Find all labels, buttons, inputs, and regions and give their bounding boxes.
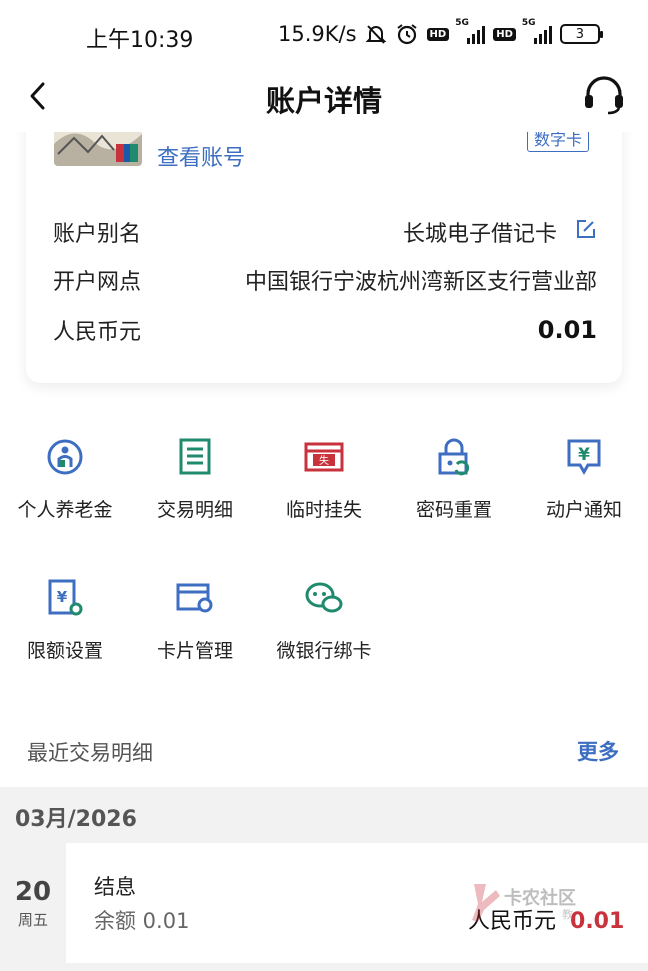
svg-text:¥: ¥ [578, 445, 590, 465]
alarm-icon [395, 22, 419, 46]
bottom-divider [0, 963, 648, 971]
transaction-balance: 余额 0.01 [94, 909, 190, 933]
more-link[interactable]: 更多 [577, 736, 619, 766]
card-manage-icon [175, 578, 215, 618]
transaction-row[interactable]: 20 周五 结息 余额 0.01 人民币元 0.01 [0, 843, 648, 963]
balance-amount: 0.01 [537, 316, 597, 344]
edit-icon[interactable] [575, 218, 597, 246]
report-loss-icon: 失 [304, 437, 344, 477]
limit-setting-icon: ¥ [45, 578, 85, 618]
battery-icon: 3 [559, 24, 603, 44]
network-speed: 15.9K/s [278, 22, 357, 46]
status-icons: 15.9K/s HD 5G HD 5G 3 [278, 18, 603, 46]
top-navigation: 账户详情 [0, 60, 648, 132]
transaction-amount: 人民币元 0.01 [468, 903, 624, 935]
headset-icon [585, 76, 623, 115]
branch-value: 中国银行宁波杭州湾新区支行营业部 [244, 270, 597, 295]
customer-service-button[interactable] [580, 74, 628, 118]
password-reset-icon [434, 437, 474, 477]
month-label: 03月/2026 [15, 807, 137, 832]
transaction-title: 结息 [94, 875, 136, 899]
account-card: 6216 7387 查看账号 数字卡 账户别名 长城电子借记卡 开户网点 中国银… [26, 100, 622, 383]
month-header: 03月/2026 [0, 787, 648, 843]
signal-5g-icon-2: 5G [522, 18, 552, 44]
hd-icon-2: HD [493, 27, 516, 41]
func-pension[interactable]: 个人养老金 [0, 437, 130, 522]
transaction-currency: 人民币元 [468, 909, 557, 934]
recent-transactions-title: 最近交易明细 [27, 741, 153, 765]
currency-label: 人民币元 [53, 320, 142, 345]
alias-value: 长城电子借记卡 [402, 222, 557, 247]
view-account-link[interactable]: 查看账号 [157, 140, 245, 172]
status-time: 上午10:39 [86, 28, 194, 53]
func-wechat-bind[interactable]: 微银行绑卡 [259, 578, 389, 663]
transaction-date: 20 周五 [0, 843, 66, 963]
alias-label: 账户别名 [53, 222, 142, 247]
balance-row: 人民币元 0.01 [53, 314, 597, 346]
svg-text:¥: ¥ [57, 588, 68, 606]
func-account-notice[interactable]: ¥ 动户通知 [519, 437, 648, 522]
pension-icon [45, 437, 85, 477]
func-report-loss[interactable]: 失 临时挂失 [259, 437, 389, 522]
wechat-bind-icon [304, 578, 344, 618]
svg-text:失: 失 [319, 454, 329, 467]
func-transaction-detail[interactable]: 交易明细 [130, 437, 260, 522]
transaction-detail-icon [175, 437, 215, 477]
branch-row: 开户网点 中国银行宁波杭州湾新区支行营业部 [53, 264, 597, 296]
page-title: 账户详情 [265, 84, 382, 118]
func-password-reset[interactable]: 密码重置 [389, 437, 519, 522]
branch-label: 开户网点 [53, 270, 142, 295]
hd-icon: HD [426, 27, 450, 41]
transaction-day: 20 [14, 877, 52, 907]
alias-row: 账户别名 长城电子借记卡 [53, 216, 597, 248]
func-card-manage[interactable]: 卡片管理 [130, 578, 260, 663]
bell-muted-icon [365, 23, 387, 45]
account-notice-icon: ¥ [564, 437, 604, 477]
signal-5g-icon: 5G [455, 18, 486, 44]
transaction-value: 0.01 [570, 909, 625, 934]
transaction-weekday: 周五 [17, 911, 48, 929]
func-limit-setting[interactable]: ¥ 限额设置 [0, 578, 130, 663]
